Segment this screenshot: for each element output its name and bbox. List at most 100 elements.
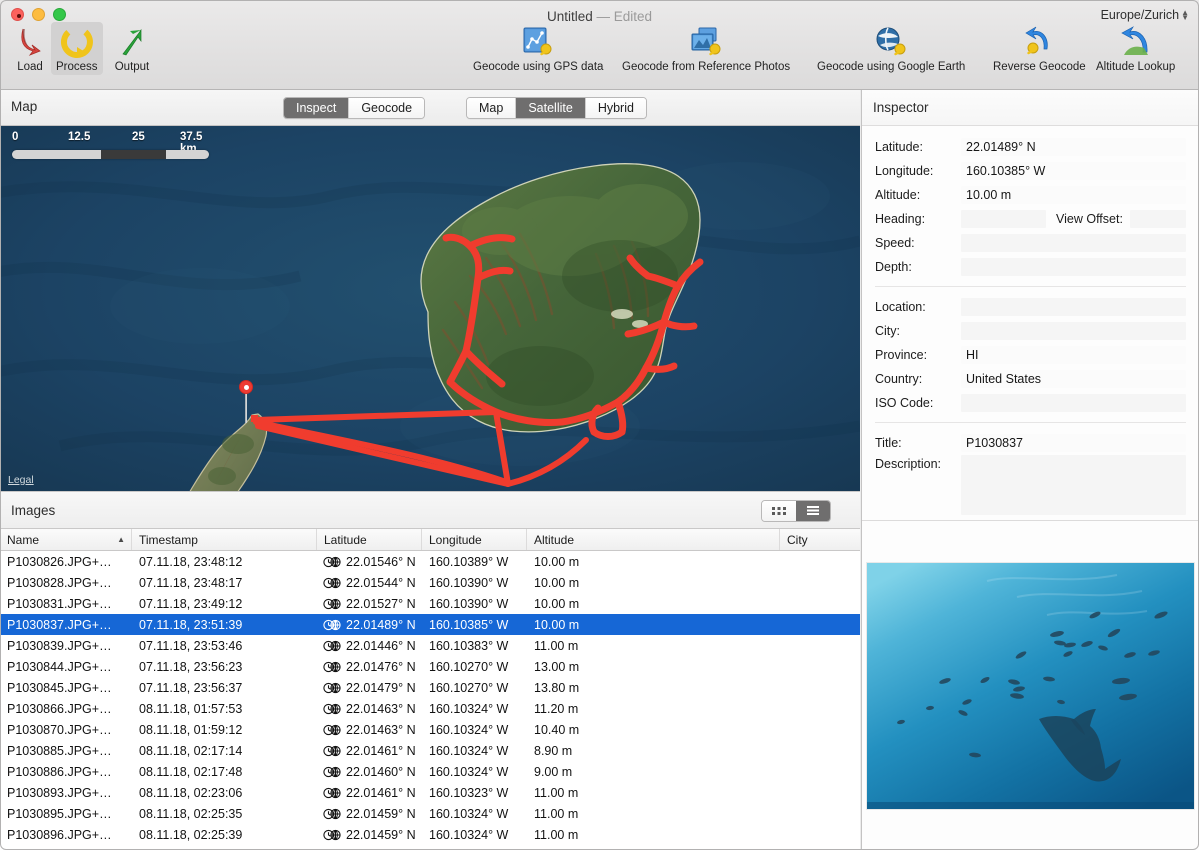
scale-label-1: 12.5 (68, 131, 91, 143)
speed-label: Speed: (875, 236, 915, 250)
table-row[interactable]: P1030886.JPG+… 08.11.18, 02:17:48 22.0146… (0, 761, 860, 782)
tab-inspect[interactable]: Inspect (284, 98, 350, 118)
table-row[interactable]: P1030896.JPG+… 08.11.18, 02:25:39 22.0145… (0, 824, 860, 845)
latitude-input[interactable]: 22.01489° N (961, 138, 1186, 156)
cell-altitude: 11.00 m (534, 806, 579, 821)
heading-input[interactable] (961, 210, 1046, 228)
table-row[interactable]: P1030831.JPG+… 07.11.18, 23:49:12 22.0152… (0, 593, 860, 614)
images-table-body[interactable]: P1030826.JPG+… 07.11.18, 23:48:12 22.0154… (0, 551, 860, 850)
map-type-segment[interactable]: Map Satellite Hybrid (466, 97, 647, 119)
toolbar-button-geocode-gps[interactable]: Geocode using GPS data (468, 22, 608, 75)
toolbar-label-load: Load (17, 61, 43, 73)
city-input[interactable] (961, 322, 1186, 340)
speed-input[interactable] (961, 234, 1186, 252)
table-row[interactable]: P1030845.JPG+… 07.11.18, 23:56:37 22.0147… (0, 677, 860, 698)
field-title: Title: P1030837 (875, 431, 1186, 455)
inspector-fields: Latitude: 22.01489° N Longitude: 160.103… (862, 126, 1199, 519)
load-arrow-icon (11, 24, 49, 60)
cell-timestamp: 07.11.18, 23:56:37 (139, 680, 243, 695)
images-view-toggle[interactable] (761, 500, 831, 522)
globe-pin-icon (872, 24, 910, 60)
column-header-latitude[interactable]: Latitude (317, 529, 422, 550)
column-header-timestamp-label: Timestamp (139, 532, 198, 547)
province-input[interactable]: HI (961, 346, 1186, 364)
table-row[interactable]: P1030893.JPG+… 08.11.18, 02:23:06 22.0146… (0, 782, 860, 803)
heading-label: Heading: (875, 212, 926, 226)
cell-latitude-text: 22.01461° N (346, 785, 416, 800)
cell-latitude: 22.01527° N (317, 597, 422, 611)
cell-altitude: 11.00 m (534, 785, 579, 800)
toolbar: Untitled — Edited Europe/Zurich ▲▼ Load (0, 0, 1199, 90)
column-header-name[interactable]: Name ▲ (0, 529, 132, 550)
clock-globe-icon (323, 661, 342, 673)
table-row[interactable]: P1030826.JPG+… 07.11.18, 23:48:12 22.0154… (0, 551, 860, 572)
toolbar-button-geocode-google-earth[interactable]: Geocode using Google Earth (812, 22, 970, 75)
table-row[interactable]: P1030866.JPG+… 08.11.18, 01:57:53 22.0146… (0, 698, 860, 719)
tab-geocode[interactable]: Geocode (349, 98, 425, 118)
cell-latitude: 22.01460° N (317, 765, 422, 779)
timezone-picker[interactable]: Europe/Zurich ▲ ▼ (1101, 8, 1189, 22)
table-row[interactable]: P1030885.JPG+… 08.11.18, 02:17:14 22.0146… (0, 740, 860, 761)
altitude-input[interactable]: 10.00 m (961, 186, 1186, 204)
table-row[interactable]: P1030895.JPG+… 08.11.18, 02:25:35 22.0145… (0, 803, 860, 824)
timezone-value: Europe/Zurich (1100, 8, 1180, 22)
cell-timestamp: 08.11.18, 02:25:39 (139, 827, 243, 842)
cell-name: P1030826.JPG+… (7, 554, 112, 569)
cell-latitude: 22.01461° N (317, 744, 422, 758)
map-view[interactable]: 0 12.5 25 37.5 km Legal (0, 126, 860, 491)
table-row[interactable]: P1030837.JPG+… 07.11.18, 23:51:39 22.0148… (0, 614, 860, 635)
column-header-city[interactable]: City (780, 529, 860, 550)
tab-satellite[interactable]: Satellite (516, 98, 586, 118)
table-row[interactable]: P1030839.JPG+… 07.11.18, 23:53:46 22.0144… (0, 635, 860, 656)
cell-name: P1030845.JPG+… (7, 680, 112, 695)
field-longitude: Longitude: 160.10385° W (875, 159, 1186, 183)
column-header-longitude[interactable]: Longitude (422, 529, 527, 550)
cell-latitude: 22.01446° N (317, 639, 422, 653)
tab-map[interactable]: Map (467, 98, 517, 118)
tab-hybrid[interactable]: Hybrid (585, 98, 646, 118)
image-preview[interactable] (867, 562, 1194, 809)
location-input[interactable] (961, 298, 1186, 316)
cell-latitude-text: 22.01446° N (346, 638, 416, 653)
map-scale-track (12, 150, 209, 159)
cell-timestamp: 08.11.18, 01:57:53 (139, 701, 243, 716)
cell-latitude: 22.01544° N (317, 576, 422, 590)
cell-altitude: 11.20 m (534, 701, 579, 716)
column-header-altitude[interactable]: Altitude (527, 529, 780, 550)
table-row[interactable]: P1030870.JPG+… 08.11.18, 01:59:12 22.0146… (0, 719, 860, 740)
toolbar-button-reverse-geocode[interactable]: Reverse Geocode (988, 22, 1091, 75)
cell-name: P1030893.JPG+… (7, 785, 112, 800)
toolbar-button-geocode-reference[interactable]: Geocode from Reference Photos (617, 22, 795, 75)
grid-view-button[interactable] (762, 501, 796, 521)
longitude-input[interactable]: 160.10385° W (961, 162, 1186, 180)
description-textarea[interactable] (961, 455, 1186, 515)
view-offset-input[interactable] (1129, 210, 1186, 228)
cell-longitude: 160.10324° W (429, 722, 509, 737)
iso-code-input[interactable] (961, 394, 1186, 412)
app-window: Untitled — Edited Europe/Zurich ▲▼ Load (0, 0, 1199, 850)
cell-longitude: 160.10385° W (429, 617, 509, 632)
country-input[interactable]: United States (961, 370, 1186, 388)
toolbar-button-output[interactable]: Output (108, 22, 156, 75)
cell-timestamp: 08.11.18, 01:59:12 (139, 722, 243, 737)
longitude-label: Longitude: (875, 164, 934, 178)
map-location-pin[interactable] (239, 380, 253, 424)
map-legal-link[interactable]: Legal (8, 474, 34, 486)
cell-longitude: 160.10390° W (429, 575, 509, 590)
sort-ascending-icon: ▲ (117, 535, 125, 544)
map-mode-segment[interactable]: Inspect Geocode (283, 97, 426, 119)
cell-altitude: 10.00 m (534, 554, 580, 569)
list-view-button[interactable] (796, 501, 830, 521)
column-header-timestamp[interactable]: Timestamp (132, 529, 317, 550)
table-row[interactable]: P1030844.JPG+… 07.11.18, 23:56:23 22.0147… (0, 656, 860, 677)
depth-input[interactable] (961, 258, 1186, 276)
toolbar-button-process[interactable]: Process (51, 22, 103, 75)
table-row[interactable]: P1030828.JPG+… 07.11.18, 23:48:17 22.0154… (0, 572, 860, 593)
toolbar-button-altitude-lookup[interactable]: Altitude Lookup (1091, 22, 1180, 75)
toolbar-button-load[interactable]: Load (6, 22, 54, 75)
clock-globe-icon (323, 703, 342, 715)
field-iso-code: ISO Code: (875, 391, 1186, 415)
title-input[interactable]: P1030837 (961, 434, 1186, 452)
clock-globe-icon (323, 724, 342, 736)
field-speed: Speed: (875, 231, 1186, 255)
